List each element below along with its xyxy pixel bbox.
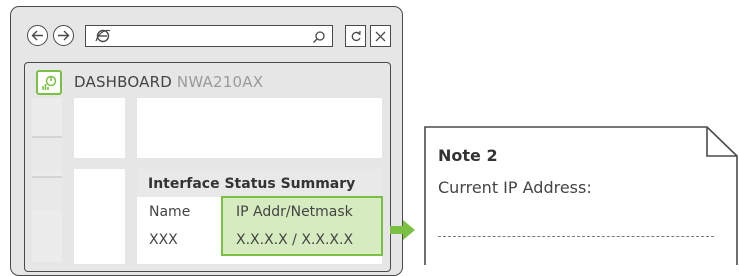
panel bbox=[74, 169, 125, 264]
page-title: DASHBOARD NWA210AX bbox=[74, 73, 263, 91]
search-icon[interactable] bbox=[312, 29, 326, 48]
arrow-right-icon bbox=[390, 219, 416, 245]
close-icon[interactable] bbox=[370, 25, 391, 47]
cell-name: XXX bbox=[149, 232, 178, 248]
forward-arrow-icon[interactable] bbox=[53, 25, 74, 46]
address-bar[interactable] bbox=[85, 25, 333, 47]
column-header-name: Name bbox=[149, 204, 191, 220]
dashboard-chart-icon bbox=[36, 70, 62, 95]
note-answer-line bbox=[438, 236, 714, 237]
panel bbox=[74, 98, 125, 158]
back-arrow-icon[interactable] bbox=[27, 25, 48, 46]
side-nav-item[interactable] bbox=[32, 176, 62, 210]
note-title: Note 2 bbox=[438, 146, 498, 165]
device-model: NWA210AX bbox=[176, 73, 264, 91]
page-title-text: DASHBOARD bbox=[74, 73, 172, 91]
side-nav bbox=[32, 98, 62, 262]
side-nav-item[interactable] bbox=[32, 136, 62, 172]
note-text: Current IP Address: bbox=[438, 178, 592, 197]
refresh-icon[interactable] bbox=[345, 25, 366, 47]
panel bbox=[137, 98, 382, 158]
summary-title: Interface Status Summary bbox=[148, 176, 356, 192]
column-header-ip: IP Addr/Netmask bbox=[236, 204, 353, 220]
cell-ip-address: X.X.X.X / X.X.X.X bbox=[236, 232, 354, 248]
browser-logo-icon bbox=[94, 28, 112, 48]
